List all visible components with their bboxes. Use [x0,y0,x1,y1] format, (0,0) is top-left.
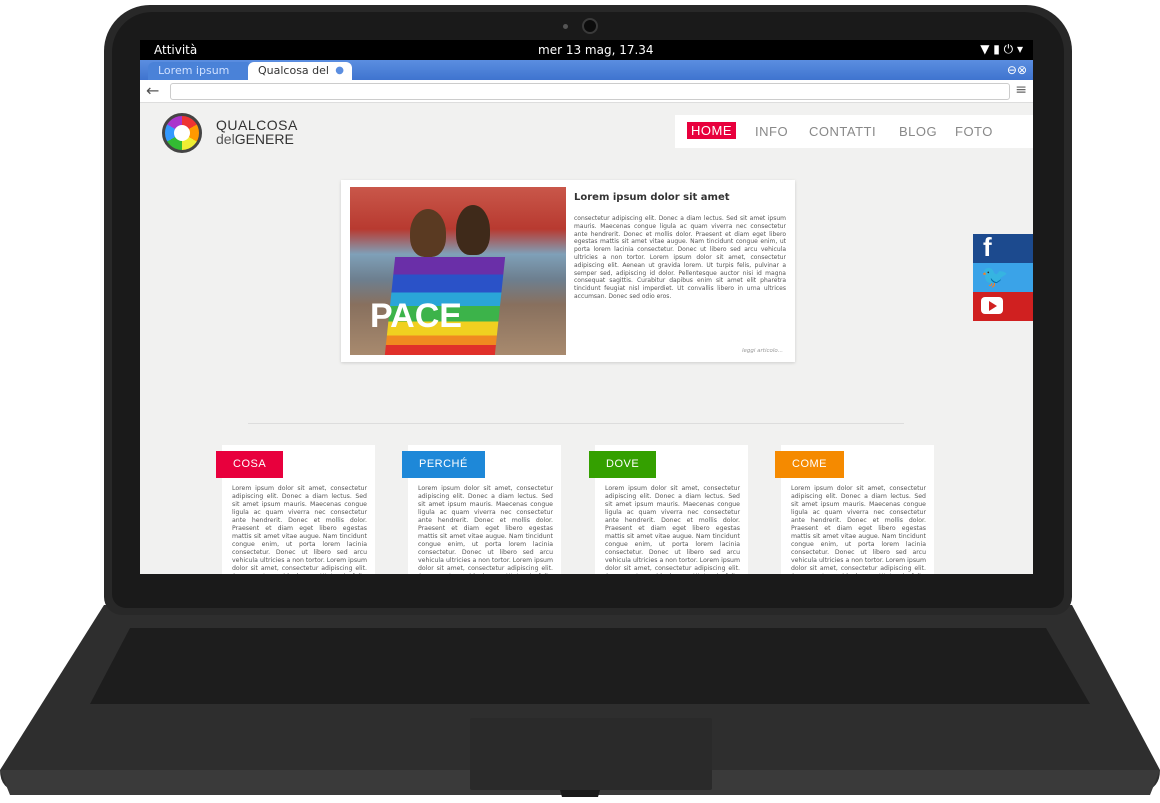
web-page: QUALCOSA delGENERE HOME INFO CONTATTI BL… [140,103,1033,574]
twitter-button[interactable]: 🐦 [973,263,1033,292]
nav-info[interactable]: INFO [755,124,788,139]
logo-icon-center [174,125,190,141]
read-more-link[interactable]: leggi articolo... [742,348,783,354]
flag-text: PACE [370,297,462,335]
nav-blog[interactable]: BLOG [899,124,937,139]
main-nav: HOME INFO CONTATTI BLOG FOTO [675,115,1033,148]
card-dove: DOVE Lorem ipsum dolor sit amet, consect… [589,445,748,574]
tab-label: Lorem ipsum [158,64,230,77]
card-text: Lorem ipsum dolor sit amet, consectetur … [418,485,553,574]
clock[interactable]: mer 13 mag, 17.34 [538,43,654,57]
trackpad [470,718,712,790]
nav-home[interactable]: HOME [687,122,736,139]
twitter-icon: 🐦 [981,264,1009,289]
back-arrow-icon[interactable]: ← [146,80,159,102]
close-tab-icon[interactable]: ● [335,62,344,80]
webcam [582,18,598,34]
featured-article: PACE Lorem ipsum dolor sit amet consecte… [341,180,795,362]
card-perche: PERCHÉ Lorem ipsum dolor sit amet, conse… [402,445,561,574]
article-title[interactable]: Lorem ipsum dolor sit amet [574,192,730,203]
address-bar[interactable] [170,83,1010,100]
article-body: consectetur adipiscing elit. Donec a dia… [574,215,786,300]
camera-led [563,24,568,29]
card-title[interactable]: PERCHÉ [402,451,485,478]
brand-del: del [216,131,235,147]
window-controls[interactable]: ⊖⊗ [1007,63,1027,77]
card-cosa: COSA Lorem ipsum dolor sit amet, consect… [216,445,375,574]
tab-lorem-ipsum[interactable]: Lorem ipsum [148,62,252,80]
section-divider [248,423,904,424]
browser-nav-bar: ← ≡ [140,80,1033,103]
photo-figure-right [456,205,490,255]
brand-name-line2[interactable]: delGENERE [216,131,294,147]
youtube-icon [981,297,1003,314]
nav-contatti[interactable]: CONTATTI [809,124,876,139]
brand-genere: GENERE [234,131,294,147]
card-title[interactable]: COSA [216,451,284,478]
card-title[interactable]: DOVE [589,451,657,478]
system-tray[interactable]: ▼ ▮ ⏻ ▾ [980,42,1023,57]
facebook-button[interactable]: f [973,232,1033,263]
nav-foto[interactable]: FOTO [955,124,993,139]
photo-figure-left [410,209,446,257]
activities-button[interactable]: Attività [154,43,197,57]
card-title[interactable]: COME [775,451,844,478]
card-text: Lorem ipsum dolor sit amet, consectetur … [232,485,367,574]
youtube-button[interactable] [973,292,1033,321]
screen: Attività mer 13 mag, 17.34 ▼ ▮ ⏻ ▾ Lorem… [140,40,1033,574]
system-top-bar: Attività mer 13 mag, 17.34 ▼ ▮ ⏻ ▾ [140,40,1033,60]
browser-tab-bar: Lorem ipsum Qualcosa del ... ● ⊖⊗ [140,60,1033,95]
card-come: COME Lorem ipsum dolor sit amet, consect… [775,445,934,574]
article-photo[interactable]: PACE [350,187,566,355]
card-text: Lorem ipsum dolor sit amet, consectetur … [605,485,740,574]
facebook-icon: f [983,232,992,262]
card-text: Lorem ipsum dolor sit amet, consectetur … [791,485,926,574]
hamburger-menu-icon[interactable]: ≡ [1015,82,1027,98]
tab-qualcosa-del-genere[interactable]: Qualcosa del ... ● [248,62,352,95]
